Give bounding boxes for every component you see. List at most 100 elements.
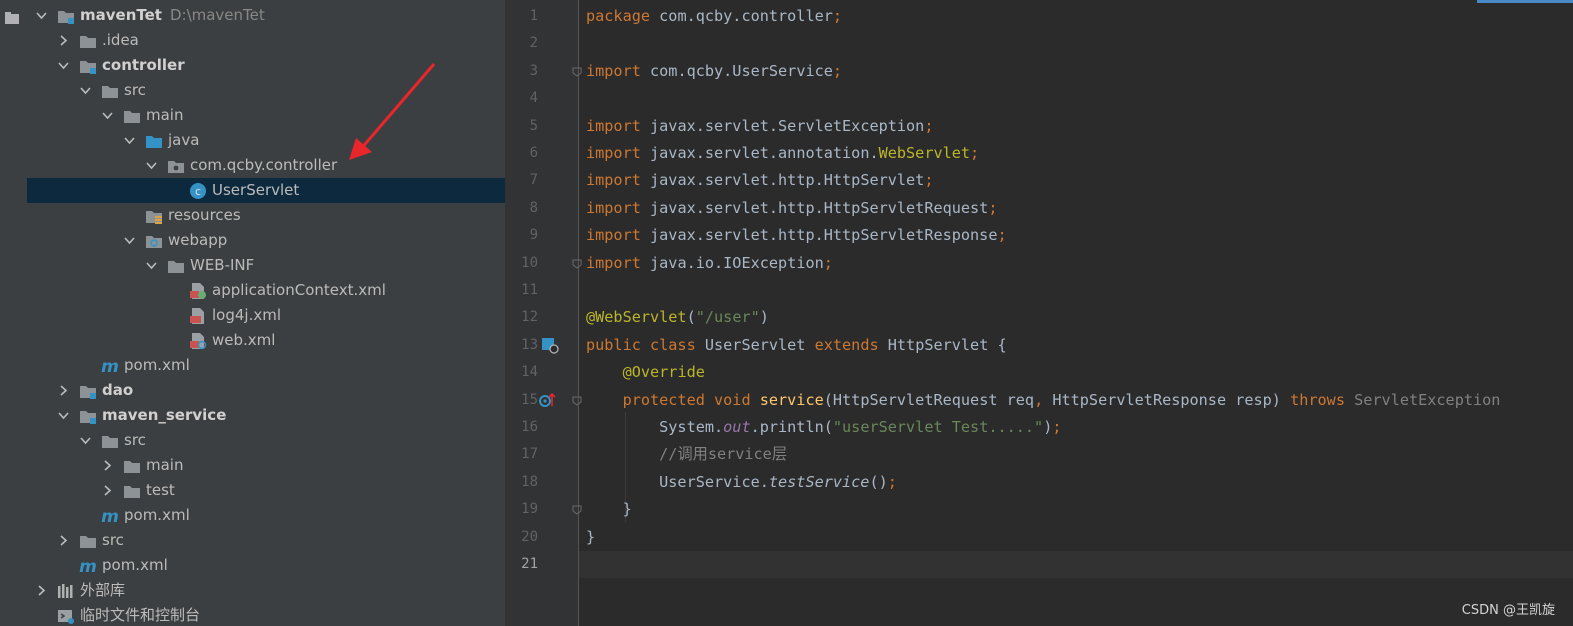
- folder-icon: [124, 486, 140, 498]
- code-line[interactable]: @WebServlet("/user"): [586, 304, 769, 331]
- fold-marker-icon[interactable]: [572, 67, 582, 77]
- tree-row-label: com.qcby.controller: [190, 156, 338, 174]
- code-line[interactable]: }: [586, 496, 632, 523]
- code-line[interactable]: protected void service(HttpServletReques…: [586, 387, 1501, 414]
- chevron-right-icon[interactable]: [101, 459, 114, 472]
- code-token: testService: [768, 472, 870, 491]
- code-line[interactable]: import javax.servlet.http.HttpServlet;: [586, 167, 933, 194]
- tree-row[interactable]: applicationContext.xml: [27, 278, 505, 303]
- tree-row[interactable]: m pom.xml: [27, 553, 505, 578]
- code-token: com.qcby.controller: [659, 7, 833, 25]
- tree-row-label: applicationContext.xml: [212, 281, 386, 299]
- tree-row[interactable]: m pom.xml: [27, 503, 505, 528]
- code-line[interactable]: import com.qcby.UserService;: [586, 58, 842, 85]
- code-token: ,: [1034, 390, 1053, 409]
- code-token: import: [586, 144, 651, 162]
- code-token: package: [586, 7, 660, 25]
- tree-row[interactable]: com.qcby.controller: [27, 153, 505, 178]
- code-line[interactable]: package com.qcby.controller;: [586, 3, 842, 30]
- code-token: protected void: [622, 390, 760, 409]
- tree-row[interactable]: src: [27, 528, 505, 553]
- tree-row[interactable]: src: [27, 428, 505, 453]
- code-line[interactable]: import javax.servlet.annotation.WebServl…: [586, 140, 979, 167]
- fold-marker-icon[interactable]: [572, 259, 582, 269]
- chevron-down-icon[interactable]: [101, 109, 114, 122]
- code-line[interactable]: UserService.testService();: [586, 469, 897, 496]
- chevron-right-icon[interactable]: [57, 384, 70, 397]
- chevron-down-icon[interactable]: [35, 9, 48, 22]
- line-number: 5: [529, 117, 538, 134]
- code-line[interactable]: import java.io.IOException;: [586, 250, 833, 277]
- current-line-highlight: [579, 551, 1573, 578]
- folder-icon: [80, 36, 96, 48]
- code-line[interactable]: System.out.println("userServlet Test....…: [586, 414, 1061, 441]
- chevron-down-icon[interactable]: [145, 159, 158, 172]
- line-number: 19: [521, 501, 538, 518]
- line-number: 18: [521, 473, 538, 490]
- svg-text:c: c: [195, 185, 201, 198]
- code-token: ;: [887, 472, 897, 491]
- chevron-down-icon[interactable]: [123, 134, 136, 147]
- tree-row[interactable]: resources: [27, 203, 505, 228]
- tree-row[interactable]: .idea: [27, 28, 505, 53]
- tree-row[interactable]: maven_service: [27, 403, 505, 428]
- tree-row[interactable]: c UserServlet: [27, 178, 505, 203]
- tree-row[interactable]: dao: [27, 378, 505, 403]
- tree-row[interactable]: test: [27, 478, 505, 503]
- override-method-icon[interactable]: [538, 391, 556, 409]
- chevron-down-icon[interactable]: [57, 59, 70, 72]
- tree-row[interactable]: 临时文件和控制台: [27, 603, 505, 626]
- tree-row-label: mavenTet D:\mavenTet: [80, 6, 265, 24]
- chevron-down-icon[interactable]: [57, 409, 70, 422]
- chevron-down-icon[interactable]: [123, 234, 136, 247]
- servlet-gutter-icon[interactable]: [541, 336, 559, 354]
- tree-row[interactable]: WEB-INF: [27, 253, 505, 278]
- code-token: HttpServlet {: [887, 335, 1007, 354]
- chevron-right-icon[interactable]: [101, 484, 114, 497]
- chevron-right-icon[interactable]: [57, 534, 70, 547]
- tree-row[interactable]: web.xml: [27, 328, 505, 353]
- chevron-down-icon[interactable]: [79, 434, 92, 447]
- tree-row[interactable]: main: [27, 453, 505, 478]
- code-line[interactable]: @Override: [586, 359, 705, 386]
- tree-row[interactable]: webapp: [27, 228, 505, 253]
- code-token: }: [586, 500, 632, 519]
- code-token: }: [586, 527, 596, 546]
- tree-row[interactable]: 外部库: [27, 578, 505, 603]
- tree-row[interactable]: controller: [27, 53, 505, 78]
- package-icon: [168, 161, 184, 173]
- chevron-down-icon[interactable]: [145, 259, 158, 272]
- tree-row[interactable]: m pom.xml: [27, 353, 505, 378]
- code-token: import: [586, 226, 651, 245]
- code-line[interactable]: import javax.servlet.http.HttpServletRes…: [586, 222, 1007, 249]
- project-tool-icon[interactable]: [5, 12, 19, 24]
- fold-marker-icon[interactable]: [572, 396, 582, 406]
- tree-row[interactable]: log4j.xml: [27, 303, 505, 328]
- code-line[interactable]: import javax.servlet.ServletException;: [586, 113, 933, 140]
- folder-icon: [80, 536, 96, 548]
- code-line[interactable]: import javax.servlet.http.HttpServletReq…: [586, 195, 998, 222]
- tree-row[interactable]: mavenTet D:\mavenTet: [27, 3, 505, 28]
- fold-marker-icon[interactable]: [572, 505, 582, 515]
- tree-row-label: src: [124, 431, 146, 449]
- tree-row[interactable]: main: [27, 103, 505, 128]
- line-number: 10: [521, 254, 538, 271]
- tree-row-label: java: [168, 131, 200, 149]
- chevron-right-icon[interactable]: [35, 584, 48, 597]
- code-token: ): [759, 308, 769, 327]
- tree-row-label: pom.xml: [102, 556, 168, 574]
- chevron-right-icon[interactable]: [57, 34, 70, 47]
- code-token: import: [586, 253, 651, 272]
- code-token: HttpServletResponse resp): [1052, 390, 1291, 409]
- line-number: 11: [521, 282, 538, 298]
- tree-row[interactable]: java: [27, 128, 505, 153]
- chevron-down-icon[interactable]: [79, 84, 92, 97]
- tree-row[interactable]: src: [27, 78, 505, 103]
- tree-row-label: src: [102, 531, 124, 549]
- code-line[interactable]: public class UserServlet extends HttpSer…: [586, 332, 1007, 359]
- code-line[interactable]: //调用service层: [586, 441, 787, 468]
- code-line[interactable]: }: [586, 524, 595, 551]
- code-editor[interactable]: 1 2 3 4 5 6 7 8 9 10 11 12 13 14 15 16 17 18 19 20 21 packag…: [506, 0, 1573, 626]
